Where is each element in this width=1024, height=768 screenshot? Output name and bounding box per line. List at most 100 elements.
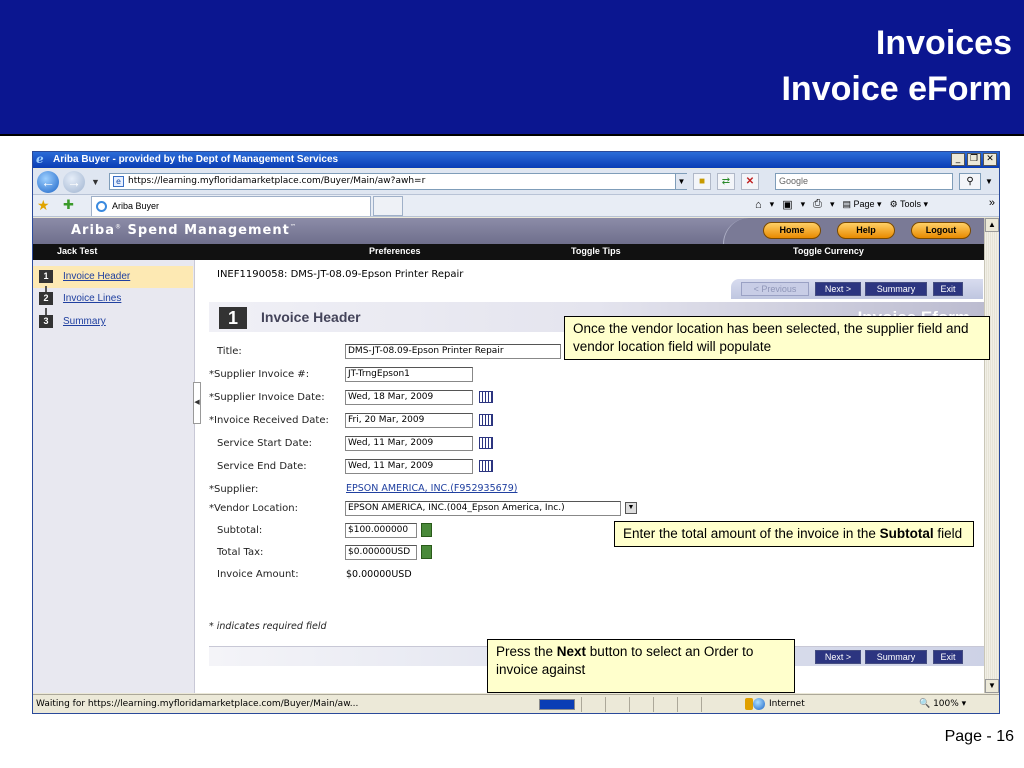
supplier-invoice-date-input[interactable]: Wed, 18 Mar, 2009 <box>345 390 473 405</box>
exit-button-bottom[interactable]: Exit <box>933 650 963 664</box>
required-field-note: * indicates required field <box>209 621 327 632</box>
next-button-bottom[interactable]: Next > <box>815 650 861 664</box>
chevron-down-icon[interactable]: ▼ <box>625 502 637 514</box>
title-input[interactable]: DMS-JT-08.09-Epson Printer Repair <box>345 344 561 359</box>
supplier-link[interactable]: EPSON AMERICA, INC.(F952935679) <box>346 483 517 494</box>
callout-vendor-location: Once the vendor location has been select… <box>564 316 990 360</box>
field-service-end-date: Service End Date: Wed, 11 Mar, 2009 <box>209 458 769 476</box>
restore-button[interactable]: ❐ <box>967 153 981 166</box>
search-icon[interactable]: ⚲ <box>959 173 981 190</box>
home-button[interactable]: Home <box>763 222 821 239</box>
close-window-button[interactable]: ✕ <box>983 153 997 166</box>
ie-icon: e <box>36 152 44 166</box>
scroll-up-icon[interactable]: ▲ <box>985 218 999 232</box>
currency-icon[interactable] <box>421 523 432 537</box>
add-favorite-icon[interactable]: ✚ <box>63 197 74 213</box>
vertical-scrollbar[interactable]: ▲ ▼ <box>984 218 999 693</box>
service-end-date-input[interactable]: Wed, 11 Mar, 2009 <box>345 459 473 474</box>
status-cell <box>581 697 603 712</box>
refresh-icon[interactable]: ⇄ <box>717 173 735 190</box>
page-menu[interactable]: ▤ Page ▾ <box>842 199 881 210</box>
search-options-icon[interactable]: ▼ <box>983 173 995 190</box>
status-cell <box>701 697 723 712</box>
ariba-logo: Ariba® Spend Management™ <box>71 223 297 238</box>
vendor-location-select[interactable]: EPSON AMERICA, INC.(004_Epson America, I… <box>345 501 621 516</box>
scroll-down-icon[interactable]: ▼ <box>985 679 999 693</box>
currency-icon[interactable] <box>421 545 432 559</box>
calendar-icon[interactable] <box>479 437 493 449</box>
feeds-icon[interactable]: ▣ <box>782 198 792 211</box>
chevron-more-icon[interactable]: » <box>989 197 995 209</box>
tab-ariba-buyer[interactable]: Ariba Buyer <box>91 196 371 216</box>
print-dropdown-icon[interactable]: ▾ <box>830 199 835 210</box>
status-text: Waiting for https://learning.myfloridama… <box>36 699 359 709</box>
logout-button[interactable]: Logout <box>911 222 971 239</box>
slide-title-banner: Invoices Invoice eForm <box>0 0 1024 136</box>
home-dropdown-icon[interactable]: ▾ <box>770 199 775 210</box>
field-vendor-location: *Vendor Location: EPSON AMERICA, INC.(00… <box>209 500 769 518</box>
step-invoice-lines[interactable]: 2 Invoice Lines <box>33 288 193 310</box>
status-bar: Waiting for https://learning.myfloridama… <box>33 694 999 713</box>
section-title: Invoice Header <box>261 309 361 325</box>
slide: Invoices Invoice eForm e Ariba Buyer - p… <box>0 0 1024 768</box>
supplier-invoice-input[interactable]: JT-TrngEpson1 <box>345 367 473 382</box>
field-invoice-amount: Invoice Amount: $0.00000USD <box>217 569 412 580</box>
toggle-tips-link[interactable]: Toggle Tips <box>571 246 621 256</box>
calendar-icon[interactable] <box>479 391 493 403</box>
user-name: Jack Test <box>57 246 98 256</box>
address-bar-row: ← → ▼ e https://learning.myfloridamarket… <box>33 169 999 195</box>
summary-button[interactable]: Summary <box>865 282 927 296</box>
calendar-icon[interactable] <box>479 414 493 426</box>
favorites-bar: ★ ✚ Ariba Buyer ⌂ ▾ ▣ ▾ ⎙ ▾ ▤ Page ▾ ⚙ Tool… <box>33 195 999 217</box>
home-icon[interactable]: ⌂ <box>755 199 762 211</box>
print-icon[interactable]: ⎙ <box>813 198 822 211</box>
security-zone: Internet <box>769 699 805 709</box>
section-number: 1 <box>219 307 247 329</box>
service-start-date-input[interactable]: Wed, 11 Mar, 2009 <box>345 436 473 451</box>
lock-icon[interactable]: ■ <box>693 173 711 190</box>
previous-button[interactable]: < Previous <box>741 282 809 296</box>
help-button[interactable]: Help <box>837 222 895 239</box>
document-title: INEF1190058: DMS-JT-08.09-Epson Printer … <box>217 269 464 280</box>
address-input[interactable]: e https://learning.myfloridamarketplace.… <box>109 173 687 190</box>
address-dropdown-icon[interactable]: ▼ <box>675 174 687 189</box>
globe-icon <box>753 698 765 710</box>
zoom-level[interactable]: 🔍 100% ▾ <box>919 699 966 709</box>
status-cell <box>677 697 699 712</box>
search-input[interactable]: Google <box>775 173 953 190</box>
history-dropdown-icon[interactable]: ▼ <box>91 177 100 187</box>
security-icon <box>745 698 753 710</box>
next-button[interactable]: Next > <box>815 282 861 296</box>
step-summary[interactable]: 3 Summary <box>33 311 193 333</box>
total-tax-input[interactable]: $0.00000USD <box>345 545 417 560</box>
field-invoice-received-date: *Invoice Received Date: Fri, 20 Mar, 200… <box>209 412 769 430</box>
window-controls: _ ❐ ✕ <box>951 153 997 166</box>
invoice-received-date-input[interactable]: Fri, 20 Mar, 2009 <box>345 413 473 428</box>
invoice-amount-value: $0.00000USD <box>346 569 412 580</box>
stop-icon[interactable]: ✕ <box>741 173 759 190</box>
ariba-header: Ariba® Spend Management™ Home Help Logou… <box>33 218 984 244</box>
callout-subtotal: Enter the total amount of the invoice in… <box>614 521 974 547</box>
collapse-nav-handle[interactable]: ◀ <box>193 382 201 424</box>
progress-bar <box>539 699 575 710</box>
feeds-dropdown-icon[interactable]: ▾ <box>801 199 806 210</box>
summary-button-bottom[interactable]: Summary <box>865 650 927 664</box>
minimize-button[interactable]: _ <box>951 153 965 166</box>
preferences-link[interactable]: Preferences <box>369 246 421 256</box>
step-invoice-header[interactable]: 1 Invoice Header <box>33 266 193 288</box>
toggle-currency-link[interactable]: Toggle Currency <box>793 246 864 256</box>
field-supplier: *Supplier: EPSON AMERICA, INC.(F95293567… <box>209 483 518 495</box>
tools-gear-icon: ⚙ <box>889 199 898 209</box>
field-supplier-invoice: *Supplier Invoice #: JT-TrngEpson1 <box>209 366 769 384</box>
calendar-icon[interactable] <box>479 460 493 472</box>
field-supplier-invoice-date: *Supplier Invoice Date: Wed, 18 Mar, 200… <box>209 389 769 407</box>
subtotal-input[interactable]: $100.000000 <box>345 523 417 538</box>
action-bar-top: < Previous Next > Summary Exit <box>731 279 983 299</box>
forward-button[interactable]: → <box>63 171 85 193</box>
back-button[interactable]: ← <box>37 171 59 193</box>
tools-menu[interactable]: ⚙ Tools ▾ <box>890 199 928 210</box>
exit-button[interactable]: Exit <box>933 282 963 296</box>
new-tab-button[interactable] <box>373 196 403 216</box>
favorites-star-icon[interactable]: ★ <box>37 197 50 214</box>
slide-subtitle: Invoice eForm <box>781 70 1012 108</box>
